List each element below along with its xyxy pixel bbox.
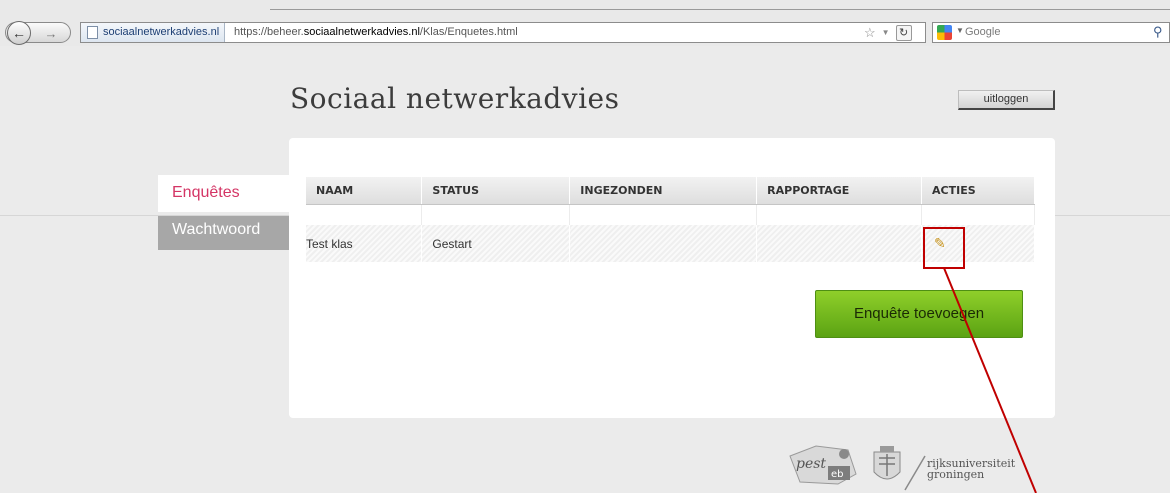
rug-text-line2: groningen	[927, 468, 985, 481]
svg-text:eb: eb	[831, 469, 844, 480]
rug-crest-icon	[873, 446, 901, 480]
svg-text:pest: pest	[796, 456, 826, 472]
rug-logo-text: rijksuniversiteit groningen	[927, 458, 1015, 480]
annotation-pointer-line	[943, 267, 1037, 493]
rug-slash-mark	[904, 455, 926, 491]
pestweb-logo: pest eb	[789, 445, 857, 485]
